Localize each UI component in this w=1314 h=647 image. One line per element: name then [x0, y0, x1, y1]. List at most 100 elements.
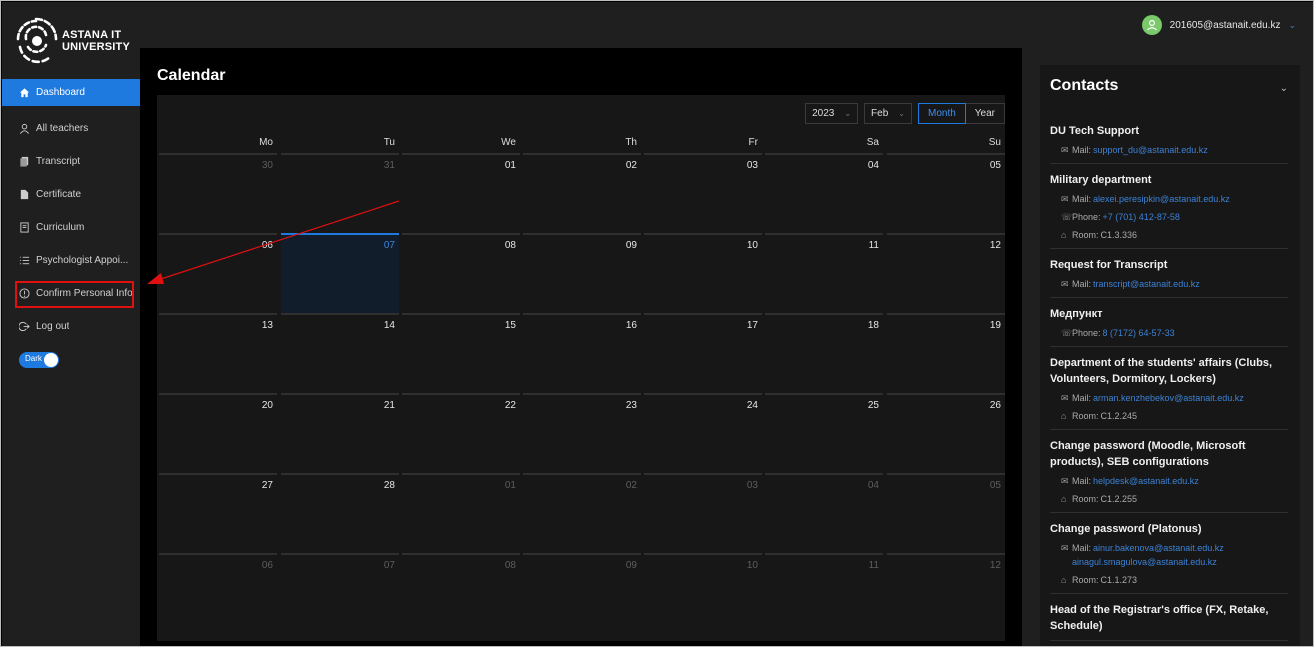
contact-name: Change password (Moodle, Microsoft produ… — [1050, 440, 1246, 468]
calendar-day[interactable]: 17 — [644, 313, 762, 393]
sidebar-item-log-out[interactable]: Log out — [2, 310, 140, 343]
day-number: 25 — [867, 400, 879, 411]
logo-line-1: ASTANA IT — [62, 29, 122, 41]
weekday-header: Su — [988, 137, 1001, 148]
chevron-down-icon[interactable]: ⌄ — [1280, 83, 1288, 94]
calendar-day[interactable]: 28 — [281, 473, 399, 553]
calendar-day[interactable]: 31 — [281, 153, 399, 233]
day-number: 21 — [383, 400, 395, 411]
contact-email-link[interactable]: ainagul.smagulova@astanait.edu.kz — [1072, 557, 1217, 567]
calendar-day[interactable]: 03 — [644, 473, 762, 553]
calendar-day[interactable]: 09 — [523, 233, 641, 313]
calendar-day[interactable]: 07 — [281, 553, 399, 633]
day-number: 09 — [625, 240, 637, 251]
day-number: 17 — [746, 320, 758, 331]
calendar-day[interactable]: 06 — [159, 233, 277, 313]
chevron-down-icon: ⌄ — [844, 109, 852, 118]
sidebar-item-psychologist-appoi[interactable]: Psychologist Appoi... — [2, 244, 140, 277]
month-select[interactable]: Feb ⌄ — [864, 103, 912, 124]
contact-item: Military department ✉ Mail: alexei.peresipk… — [1050, 172, 1288, 249]
contact-email-link[interactable]: support_du@astanait.edu.kz — [1093, 145, 1208, 155]
contact-row-key: Mail: — [1072, 194, 1092, 204]
calendar-day[interactable]: 26 — [887, 393, 1005, 473]
calendar-day[interactable]: 15 — [402, 313, 520, 393]
contact-row-key: Room: — [1072, 411, 1099, 421]
contact-row: ✉ Mail: arman.kenzhebekov@astanait.edu.kz — [1050, 391, 1288, 405]
calendar-day[interactable]: 12 — [887, 233, 1005, 313]
calendar-day[interactable]: 02 — [523, 153, 641, 233]
calendar-day[interactable]: 05 — [887, 153, 1005, 233]
calendar-day[interactable]: 23 — [523, 393, 641, 473]
chevron-down-icon: ⌄ — [1288, 19, 1296, 30]
contact-email-link[interactable]: helpdesk@astanait.edu.kz — [1093, 476, 1199, 486]
contact-room: C1.3.336 — [1100, 230, 1138, 240]
calendar-day[interactable]: 13 — [159, 313, 277, 393]
contact-email-link[interactable]: ainur.bakenova@astanait.edu.kz — [1093, 543, 1224, 553]
day-number: 23 — [625, 400, 637, 411]
calendar-day[interactable]: 09 — [523, 553, 641, 633]
weekday-header: Sa — [866, 137, 879, 148]
calendar-day[interactable]: 12 — [887, 553, 1005, 633]
contact-email-link[interactable]: arman.kenzhebekov@astanait.edu.kz — [1093, 393, 1244, 403]
view-year-button[interactable]: Year — [965, 103, 1005, 124]
view-month-button[interactable]: Month — [917, 103, 966, 124]
calendar-day[interactable]: 14 — [281, 313, 399, 393]
calendar-day[interactable]: 01 — [402, 153, 520, 233]
sidebar-item-all-teachers[interactable]: All teachers — [2, 112, 140, 145]
contact-row: ⌂ Room: C1.1.273 — [1050, 573, 1288, 587]
calendar-day[interactable]: 30 — [159, 153, 277, 233]
mail-icon: ✉ — [1061, 543, 1069, 553]
contact-phone-link[interactable]: +7 (701) 412-87-58 — [1103, 212, 1180, 222]
calendar-day[interactable]: 22 — [402, 393, 520, 473]
university-logo[interactable]: ASTANA IT UNIVERSITY — [14, 10, 134, 72]
calendar-day[interactable]: 19 — [887, 313, 1005, 393]
day-number: 27 — [261, 480, 273, 491]
user-icon — [18, 123, 30, 135]
calendar-day[interactable]: 16 — [523, 313, 641, 393]
calendar-day[interactable]: 01 — [402, 473, 520, 553]
weekday-header: Th — [625, 137, 637, 148]
sidebar-item-certificate[interactable]: Certificate — [2, 178, 140, 211]
day-number: 18 — [867, 320, 879, 331]
calendar-day[interactable]: 10 — [644, 233, 762, 313]
calendar-day[interactable]: 27 — [159, 473, 277, 553]
calendar-day[interactable]: 04 — [765, 153, 883, 233]
weekday-header: Fr — [748, 137, 758, 148]
day-number: 11 — [868, 240, 879, 251]
weekday-header: Mo — [259, 137, 273, 148]
sidebar-item-transcript[interactable]: Transcript — [2, 145, 140, 178]
contact-email-link[interactable]: alexei.peresipkin@astanait.edu.kz — [1093, 194, 1230, 204]
contact-name: Department of the students' affairs (Clu… — [1050, 357, 1273, 385]
calendar-day[interactable]: 04 — [765, 473, 883, 553]
logo-text: ASTANA IT UNIVERSITY — [62, 29, 130, 53]
contact-row: ✉ Mail: support_du@astanait.edu.kz — [1050, 143, 1288, 157]
calendar-day[interactable]: 02 — [523, 473, 641, 553]
calendar-day[interactable]: 06 — [159, 553, 277, 633]
contact-row-key: Mail: — [1072, 279, 1092, 289]
sidebar-item-dashboard[interactable]: Dashboard — [2, 79, 140, 106]
calendar-day[interactable]: 08 — [402, 233, 520, 313]
calendar-day[interactable]: 18 — [765, 313, 883, 393]
calendar-day[interactable]: 05 — [887, 473, 1005, 553]
calendar-day[interactable]: 03 — [644, 153, 762, 233]
contact-phone-link[interactable]: 8 (7172) 64-57-33 — [1103, 328, 1175, 338]
list-icon — [18, 255, 30, 267]
calendar-day[interactable]: 08 — [402, 553, 520, 633]
contact-email-link[interactable]: transcript@astanait.edu.kz — [1093, 279, 1200, 289]
calendar-day-today[interactable]: 07 — [281, 233, 399, 313]
year-select[interactable]: 2023 ⌄ — [805, 103, 859, 124]
calendar-day[interactable]: 10 — [644, 553, 762, 633]
calendar-day[interactable]: 11 — [765, 233, 883, 313]
contact-row: ☏ Phone: +7 (701) 412-87-58 — [1050, 210, 1288, 224]
calendar-day[interactable]: 11 — [765, 553, 883, 633]
day-number: 22 — [504, 400, 516, 411]
mail-icon: ✉ — [1061, 476, 1069, 486]
calendar-day[interactable]: 25 — [765, 393, 883, 473]
calendar-day[interactable]: 24 — [644, 393, 762, 473]
sidebar-item-curriculum[interactable]: Curriculum — [2, 211, 140, 244]
user-menu[interactable]: 201605@astanait.edu.kz ⌄ — [1141, 15, 1296, 35]
calendar-day[interactable]: 20 — [159, 393, 277, 473]
calendar-day[interactable]: 21 — [281, 393, 399, 473]
theme-toggle[interactable]: Dark — [19, 352, 59, 368]
phone-icon: ☏ — [1061, 212, 1073, 222]
